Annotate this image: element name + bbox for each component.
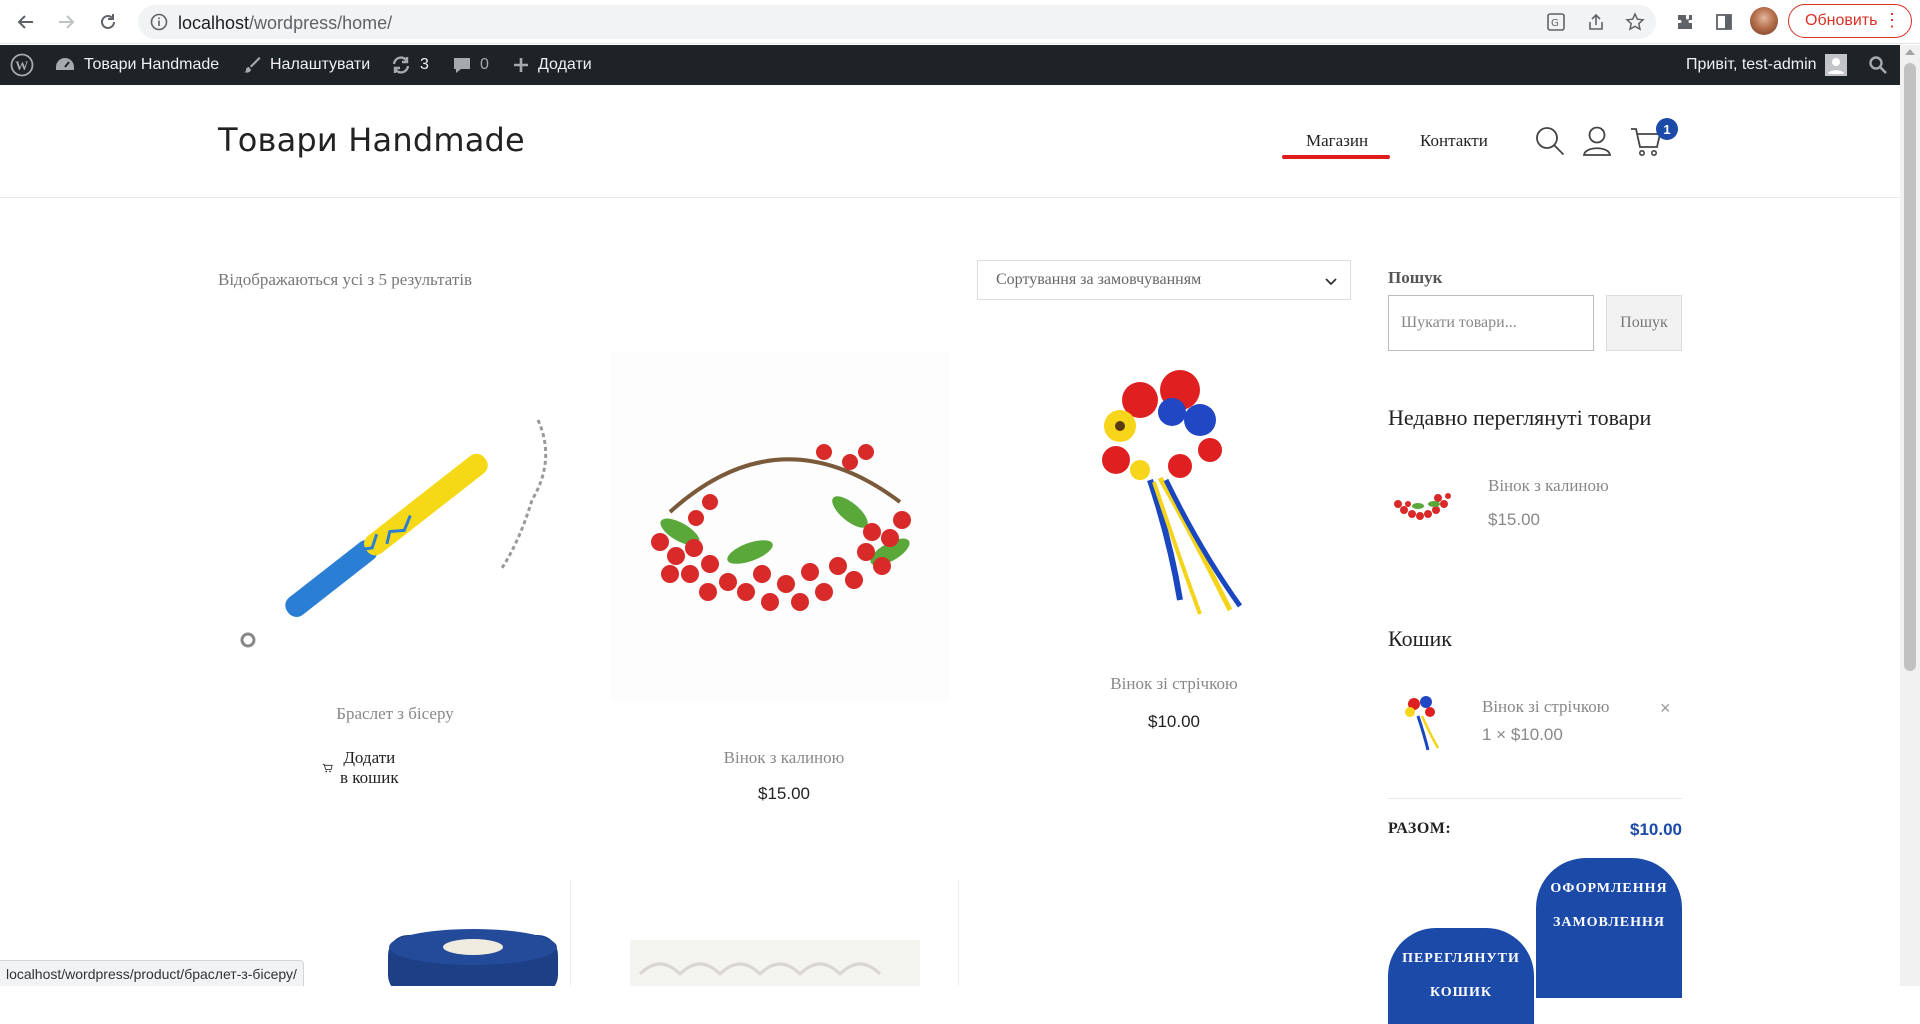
reload-icon[interactable] <box>94 8 122 36</box>
cart-small-icon <box>322 763 333 773</box>
browser-toolbar: localhost/wordpress/home/ G Обновить ⋮ <box>0 0 1920 44</box>
profile-avatar[interactable] <box>1750 7 1778 35</box>
sort-select-value: Сортування за замовчуванням <box>996 271 1202 288</box>
product-image-lace[interactable] <box>630 940 920 986</box>
site-info-icon[interactable] <box>150 13 168 36</box>
scroll-up-arrow-icon[interactable] <box>1905 49 1915 55</box>
bookmark-star-icon[interactable] <box>1622 9 1648 35</box>
chevron-down-icon <box>1324 274 1338 293</box>
translate-icon[interactable]: G <box>1543 9 1569 35</box>
wp-logo-icon[interactable]: W <box>10 45 34 85</box>
product-name[interactable]: Вінок з калиною <box>614 748 954 768</box>
checkout-button[interactable]: ОФОРМЛЕННЯ ЗАМОВЛЕННЯ <box>1536 858 1682 998</box>
nav-active-underline <box>1282 155 1390 159</box>
scrollbar-thumb[interactable] <box>1904 63 1916 671</box>
admin-site-name[interactable]: Товари Handmade <box>54 45 219 85</box>
extensions-icon[interactable] <box>1672 9 1698 35</box>
search-icon[interactable] <box>1534 125 1566 162</box>
svg-text:G: G <box>1551 18 1559 29</box>
admin-add-new-label: Додати <box>538 56 592 73</box>
cart-divider <box>1388 798 1682 799</box>
recent-item-price: $15.00 <box>1488 510 1540 529</box>
comment-icon <box>454 58 470 73</box>
admin-greeting: Привіт, test-admin <box>1686 56 1817 73</box>
product-name[interactable]: Вінок зі стрічкою <box>1004 674 1344 694</box>
updates-icon <box>392 56 410 74</box>
add-to-cart-label: Додати в кошик <box>339 748 399 787</box>
cart-item-remove-icon[interactable]: × <box>1660 698 1671 719</box>
grid-divider <box>570 880 571 986</box>
admin-customize-label: Налаштувати <box>270 56 371 73</box>
recent-item-name[interactable]: Вінок з калиною <box>1488 476 1609 496</box>
plus-icon <box>514 58 528 72</box>
recent-products-heading: Недавно переглянуті товари <box>1388 405 1652 430</box>
nav-contacts[interactable]: Контакти <box>1420 131 1488 151</box>
cart-item-thumbnail[interactable] <box>1400 694 1446 754</box>
account-icon[interactable] <box>1582 125 1612 162</box>
cart-item-name[interactable]: Вінок зі стрічкою <box>1482 697 1609 717</box>
admin-search-icon[interactable] <box>1868 45 1888 85</box>
admin-customize[interactable]: Налаштувати <box>242 45 370 85</box>
view-cart-button[interactable]: ПЕРЕГЛЯНУТИ КОШИК <box>1388 928 1534 1024</box>
more-menu-icon[interactable]: ⋮ <box>1883 11 1901 29</box>
admin-account[interactable]: Привіт, test-admin <box>1686 45 1847 85</box>
admin-updates[interactable]: 3 <box>390 45 429 85</box>
address-bar[interactable]: localhost/wordpress/home/ G <box>138 5 1656 39</box>
cart-total-label: РАЗОМ: <box>1388 820 1452 837</box>
user-avatar-icon <box>1824 54 1847 76</box>
wp-admin-bar: W Товари Handmade Налаштувати 3 0 Додати… <box>0 45 1900 85</box>
site-header: Товари Handmade Магазин Контакти 1 <box>0 85 1900 198</box>
product-price: $15.00 <box>758 784 810 803</box>
url-path: /wordpress/home/ <box>249 13 393 33</box>
admin-add-new[interactable]: Додати <box>512 45 592 85</box>
address-url: localhost/wordpress/home/ <box>178 13 392 34</box>
site-title[interactable]: Товари Handmade <box>218 121 525 159</box>
update-button[interactable]: Обновить ⋮ <box>1788 4 1912 38</box>
forward-icon[interactable] <box>52 8 80 36</box>
cart-item-qty-price: 1 × $10.00 <box>1482 725 1563 744</box>
svg-text:W: W <box>15 58 28 73</box>
result-count: Відображаються усі з 5 результатів <box>218 270 473 289</box>
admin-comments[interactable]: 0 <box>452 45 489 85</box>
product-search-input[interactable]: Шукати товари... <box>1388 295 1594 351</box>
recent-item-thumbnail[interactable] <box>1388 474 1458 534</box>
product-image-ribbon-roll[interactable] <box>380 925 560 986</box>
link-status-bar: localhost/wordpress/product/браслет-з-бі… <box>0 960 304 986</box>
product-image-ribbon-wreath[interactable] <box>1080 370 1280 620</box>
dashboard-icon <box>56 58 74 70</box>
side-panel-icon[interactable] <box>1711 9 1737 35</box>
brush-icon <box>244 57 261 73</box>
updates-count: 3 <box>420 56 429 73</box>
share-icon[interactable] <box>1583 9 1609 35</box>
product-image-viburnum-wreath[interactable] <box>610 352 950 702</box>
product-price: $10.00 <box>1148 712 1200 731</box>
add-to-cart-button[interactable]: Додати в кошик <box>322 748 400 788</box>
cart-count-badge[interactable]: 1 <box>1656 118 1678 140</box>
back-icon[interactable] <box>12 8 40 36</box>
admin-site-name-label: Товари Handmade <box>84 56 220 73</box>
product-image-bracelet[interactable] <box>230 400 560 660</box>
grid-divider <box>958 880 959 986</box>
product-name[interactable]: Браслет з бісеру <box>225 704 565 724</box>
cart-widget-heading: Кошик <box>1388 626 1452 651</box>
product-search-button[interactable]: Пошук <box>1606 295 1682 351</box>
nav-shop[interactable]: Магазин <box>1306 131 1368 151</box>
cart-total-value: $10.00 <box>1630 820 1682 839</box>
sort-select[interactable]: Сортування за замовчуванням <box>977 260 1351 300</box>
comments-count: 0 <box>480 56 489 73</box>
update-button-label: Обновить <box>1805 12 1878 29</box>
search-widget-label: Пошук <box>1388 268 1443 287</box>
page-scrollbar[interactable] <box>1900 45 1920 986</box>
url-host: localhost <box>178 13 250 33</box>
